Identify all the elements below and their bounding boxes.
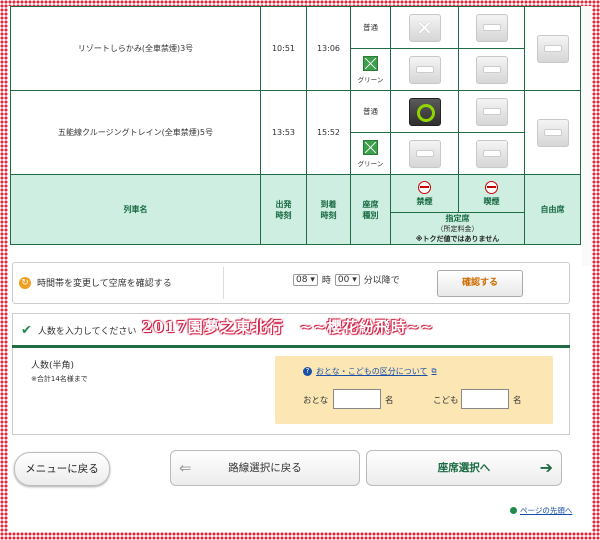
time-selects: 08 ▾ 時 00 ▾ 分以降で [293,273,400,286]
header-smoking-label: 喫煙 [483,196,500,206]
question-icon: ? [303,367,312,376]
depart-time: 10:51 [260,6,307,91]
not-applicable-dash-icon [475,139,508,168]
hour-select[interactable]: 08 ▾ [293,273,318,286]
time-change-bar: ↻ 時間帯を変更して空席を確認する 08 ▾ 時 00 ▾ 分以降で 確認する [12,262,570,304]
child-count-input[interactable] [461,389,509,409]
seat-smoking-cell [458,48,525,91]
header-reserved-warning: ※トクだ値ではありません [415,235,500,243]
age-category-link-text: おとな・こどもの区分について [316,367,428,376]
adult-label: おとな [303,396,329,406]
page-top-link[interactable]: ページの先頭へ [510,505,572,516]
watermark-text: 2017園夢之東北行 ~~櫻花紛飛時~~ [142,318,435,336]
child-label: こども [433,396,459,406]
not-applicable-dash-icon [536,34,569,63]
available-circle-button[interactable] [408,97,441,126]
unavailable-cross-icon: ✕ [408,13,441,42]
train-name: 五能線クルージングトレイン(全車禁煙)5号 [10,90,261,175]
people-heading: 人数を入力してください [37,327,137,337]
divider [223,267,224,299]
free-seat-cell [524,6,581,91]
minute-unit: 分以降で [363,276,400,286]
seat-smoking-cell [458,90,525,133]
people-input-box: ? おとな・こどもの区分について ⧉ おとな 名 こども 名 [275,356,553,424]
header-depart: 出発 時刻 [260,174,307,245]
hour-unit: 時 [321,276,331,286]
header-free-seat: 自由席 [524,174,581,245]
arrow-right-icon: ➔ [539,458,553,477]
page-content: リゾートしらかみ(全車禁煙)3号 10:51 13:06 普通 ✕ グリーン 五… [8,6,592,532]
child-unit: 名 [513,396,522,406]
confirm-button[interactable]: 確認する [437,270,523,297]
seat-type-green: グリーン [350,48,391,91]
not-applicable-dash-icon [408,55,441,84]
seat-nonsmoking-cell: ✕ [390,6,459,49]
to-seat-selection-button[interactable]: 座席選択へ ➔ [366,450,562,486]
no-smoking-icon [418,180,431,194]
check-icon: ✔ [21,323,32,338]
back-to-menu-button[interactable]: メニューに戻る [14,452,110,486]
adult-count-input[interactable] [333,389,381,409]
not-applicable-dash-icon [475,55,508,84]
seat-type-ordinary: 普通 [350,6,391,49]
arrive-time: 13:06 [306,6,351,91]
header-seat-type: 座席 種別 [350,174,391,245]
train-name: リゾートしらかみ(全車禁煙)3号 [10,6,261,91]
refresh-icon: ↻ [19,276,31,289]
chevron-down-icon: ▾ [352,274,357,285]
free-seat-cell [524,90,581,175]
header-arrive: 到着 時刻 [306,174,351,245]
seat-nonsmoking-cell [390,132,459,175]
seat-type-green: グリーン [350,132,391,175]
people-heading-group: ✔ 人数を入力してください [21,324,136,337]
age-category-link[interactable]: ? おとな・こどもの区分について ⧉ [303,366,437,377]
people-section-body: 人数(半角) ※合計14名様まで ? おとな・こどもの区分について ⧉ おとな … [12,348,570,435]
header-smoking: 喫煙 [458,174,525,213]
depart-time: 13:53 [260,90,307,175]
green-car-icon [363,139,378,155]
side-margin [582,6,592,266]
train-row: 五能線クルージングトレイン(全車禁煙)5号 13:53 15:52 普通 [10,90,581,175]
back-to-route-label: 路線選択に戻る [228,462,302,474]
time-change-label: 時間帯を変更して空席を確認する [37,279,172,289]
arrow-left-icon: ⇐ [179,459,192,477]
back-to-route-button[interactable]: ⇐ 路線選択に戻る [170,450,360,486]
header-nonsmoking-label: 禁煙 [416,196,433,206]
seat-type-label: グリーン [357,75,384,84]
hour-value: 08 [296,274,308,285]
smoking-icon [485,180,498,194]
green-car-icon [363,55,378,71]
header-nonsmoking: 禁煙 [390,174,459,213]
arrive-time: 15:52 [306,90,351,175]
seat-smoking-cell [458,132,525,175]
header-reserved-label: 指定席 [445,214,470,223]
header-reserved: 指定席 （所定料金） ※トクだ値ではありません [390,212,525,245]
chevron-down-icon: ▾ [310,274,315,285]
seat-nonsmoking-cell [390,48,459,91]
seat-nonsmoking-cell [390,90,459,133]
not-applicable-dash-icon [475,13,508,42]
not-applicable-dash-icon [536,118,569,147]
not-applicable-dash-icon [475,97,508,126]
minute-value: 00 [337,274,350,285]
time-change-label-group: ↻ 時間帯を変更して空席を確認する [19,276,172,289]
to-seat-selection-label: 座席選択へ [437,462,491,474]
seat-smoking-cell [458,6,525,49]
page-top-label: ページの先頭へ [520,506,573,515]
seat-type-label: グリーン [357,159,384,168]
minute-select[interactable]: 00 ▾ [334,273,360,286]
people-label: 人数(半角) [31,361,75,371]
seat-type-ordinary: 普通 [350,90,391,133]
train-row: リゾートしらかみ(全車禁煙)3号 10:51 13:06 普通 ✕ [10,6,581,91]
people-note: ※合計14名様まで [31,375,88,383]
train-table: リゾートしらかみ(全車禁煙)3号 10:51 13:06 普通 ✕ グリーン 五… [10,6,581,245]
header-reserved-note: （所定料金） [436,225,479,233]
bullet-icon [510,507,517,514]
adult-unit: 名 [385,396,394,406]
table-header-row: 列車名 出発 時刻 到着 時刻 座席 種別 禁煙 喫煙 自由席 [10,174,581,245]
header-train-name: 列車名 [10,174,261,245]
not-applicable-dash-icon [408,139,441,168]
external-window-icon: ⧉ [431,367,437,375]
